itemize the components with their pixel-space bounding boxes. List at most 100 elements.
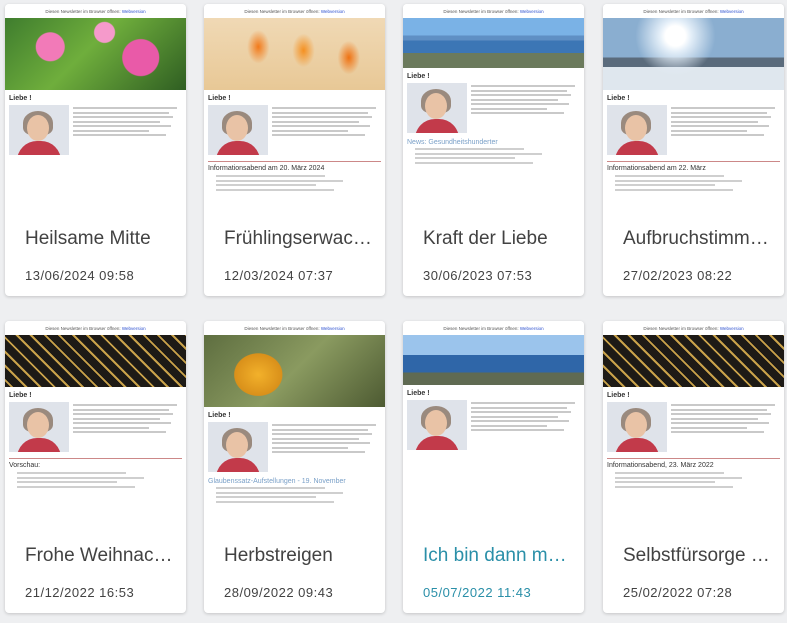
newsletter-thumbnail: Diesen Newsletter im Browser öffnen: Web… (204, 321, 385, 533)
webversion-link: Webversion (519, 326, 544, 331)
intro-row (5, 105, 186, 155)
newsletter-header: Diesen Newsletter im Browser öffnen: Web… (204, 4, 385, 18)
card-title[interactable]: Ich bin dann ma… (423, 545, 573, 573)
newsletter-thumbnail: Diesen Newsletter im Browser öffnen: Web… (603, 4, 784, 216)
section-heading: Vorschau: (9, 458, 182, 469)
newsletter-card[interactable]: Diesen Newsletter im Browser öffnen: Web… (403, 321, 584, 613)
newsletter-card[interactable]: Diesen Newsletter im Browser öffnen: Web… (5, 321, 186, 613)
section-heading: Informationsabend am 20. März 2024 (208, 161, 381, 172)
card-date: 21/12/2022 16:53 (25, 585, 135, 600)
greeting: Liebe ! (607, 392, 630, 399)
card-date: 05/07/2022 11:43 (423, 585, 532, 600)
newsletter-card[interactable]: Diesen Newsletter im Browser öffnen: Web… (204, 321, 385, 613)
newsletter-header: Diesen Newsletter im Browser öffnen: Web… (204, 321, 385, 335)
newsletter-thumbnail: Diesen Newsletter im Browser öffnen: Web… (603, 321, 784, 533)
section-heading: Glaubenssatz-Aufstellungen - 19. Novembe… (208, 478, 346, 485)
portrait-image (208, 105, 268, 155)
text-lines (603, 472, 784, 488)
newsletter-header: Diesen Newsletter im Browser öffnen: Web… (403, 321, 584, 335)
webversion-link: Webversion (719, 326, 744, 331)
text-lines (73, 402, 182, 452)
text-lines (73, 105, 182, 155)
newsletter-grid: Diesen Newsletter im Browser öffnen: Web… (0, 0, 787, 623)
header-text: Diesen Newsletter im Browser öffnen: (45, 9, 121, 14)
card-title[interactable]: Heilsame Mitte (25, 228, 175, 256)
card-title[interactable]: Frohe Weihnac… (25, 545, 175, 573)
text-lines (272, 422, 381, 472)
portrait-image (607, 402, 667, 452)
greeting: Liebe ! (9, 95, 32, 102)
webversion-link: Webversion (121, 9, 146, 14)
card-title[interactable]: Kraft der Liebe (423, 228, 573, 256)
text-lines (204, 175, 385, 191)
newsletter-card[interactable]: Diesen Newsletter im Browser öffnen: Web… (5, 4, 186, 296)
greeting: Liebe ! (208, 95, 231, 102)
header-text: Diesen Newsletter im Browser öffnen: (244, 326, 320, 331)
newsletter-thumbnail: Diesen Newsletter im Browser öffnen: Web… (204, 4, 385, 216)
newsletter-header: Diesen Newsletter im Browser öffnen: Web… (5, 4, 186, 18)
text-lines (272, 105, 381, 155)
newsletter-card[interactable]: Diesen Newsletter im Browser öffnen: Web… (603, 321, 784, 613)
intro-row (403, 400, 584, 450)
intro-row (204, 105, 385, 155)
greeting: Liebe ! (407, 390, 430, 397)
portrait-image (407, 83, 467, 133)
intro-row (204, 422, 385, 472)
text-lines (204, 487, 385, 503)
greeting: Liebe ! (407, 73, 430, 80)
header-text: Diesen Newsletter im Browser öffnen: (643, 9, 719, 14)
card-title[interactable]: Frühlingserwac… (224, 228, 374, 256)
intro-row (5, 402, 186, 452)
newsletter-thumbnail: Diesen Newsletter im Browser öffnen: Web… (5, 4, 186, 216)
portrait-image (607, 105, 667, 155)
text-lines (5, 472, 186, 488)
greeting: Liebe ! (9, 392, 32, 399)
newsletter-thumbnail: Diesen Newsletter im Browser öffnen: Web… (403, 321, 584, 533)
card-date: 12/03/2024 07:37 (224, 268, 334, 283)
hero-image (603, 335, 784, 387)
card-title[interactable]: Aufbruchstimm… (623, 228, 773, 256)
webversion-link: Webversion (719, 9, 744, 14)
portrait-image (407, 400, 467, 450)
header-text: Diesen Newsletter im Browser öffnen: (643, 326, 719, 331)
hero-image (403, 18, 584, 68)
card-title[interactable]: Selbstfürsorge … (623, 545, 773, 573)
card-date: 30/06/2023 07:53 (423, 268, 533, 283)
text-lines (671, 402, 780, 452)
section-heading: Informationsabend am 22. März (607, 161, 780, 172)
header-text: Diesen Newsletter im Browser öffnen: (443, 326, 519, 331)
newsletter-header: Diesen Newsletter im Browser öffnen: Web… (5, 321, 186, 335)
hero-image (403, 335, 584, 385)
newsletter-card[interactable]: Diesen Newsletter im Browser öffnen: Web… (603, 4, 784, 296)
newsletter-header: Diesen Newsletter im Browser öffnen: Web… (603, 321, 784, 335)
hero-image (5, 335, 186, 387)
text-lines (471, 83, 580, 133)
webversion-link: Webversion (519, 9, 544, 14)
header-text: Diesen Newsletter im Browser öffnen: (443, 9, 519, 14)
hero-image (5, 18, 186, 90)
portrait-image (9, 402, 69, 452)
webversion-link: Webversion (320, 9, 345, 14)
newsletter-card[interactable]: Diesen Newsletter im Browser öffnen: Web… (403, 4, 584, 296)
section-heading: News: Gesundheitshunderter (407, 139, 498, 146)
text-lines (671, 105, 780, 155)
portrait-image (9, 105, 69, 155)
greeting: Liebe ! (607, 95, 630, 102)
text-lines (403, 148, 584, 164)
header-text: Diesen Newsletter im Browser öffnen: (45, 326, 121, 331)
card-title[interactable]: Herbstreigen (224, 545, 374, 573)
intro-row (403, 83, 584, 133)
webversion-link: Webversion (121, 326, 146, 331)
newsletter-card[interactable]: Diesen Newsletter im Browser öffnen: Web… (204, 4, 385, 296)
header-text: Diesen Newsletter im Browser öffnen: (244, 9, 320, 14)
card-date: 13/06/2024 09:58 (25, 268, 135, 283)
intro-row (603, 105, 784, 155)
webversion-link: Webversion (320, 326, 345, 331)
newsletter-thumbnail: Diesen Newsletter im Browser öffnen: Web… (403, 4, 584, 216)
intro-row (603, 402, 784, 452)
text-lines (471, 400, 580, 450)
portrait-image (208, 422, 268, 472)
newsletter-header: Diesen Newsletter im Browser öffnen: Web… (603, 4, 784, 18)
newsletter-thumbnail: Diesen Newsletter im Browser öffnen: Web… (5, 321, 186, 533)
section-heading: Informationsabend, 23. März 2022 (607, 458, 780, 469)
